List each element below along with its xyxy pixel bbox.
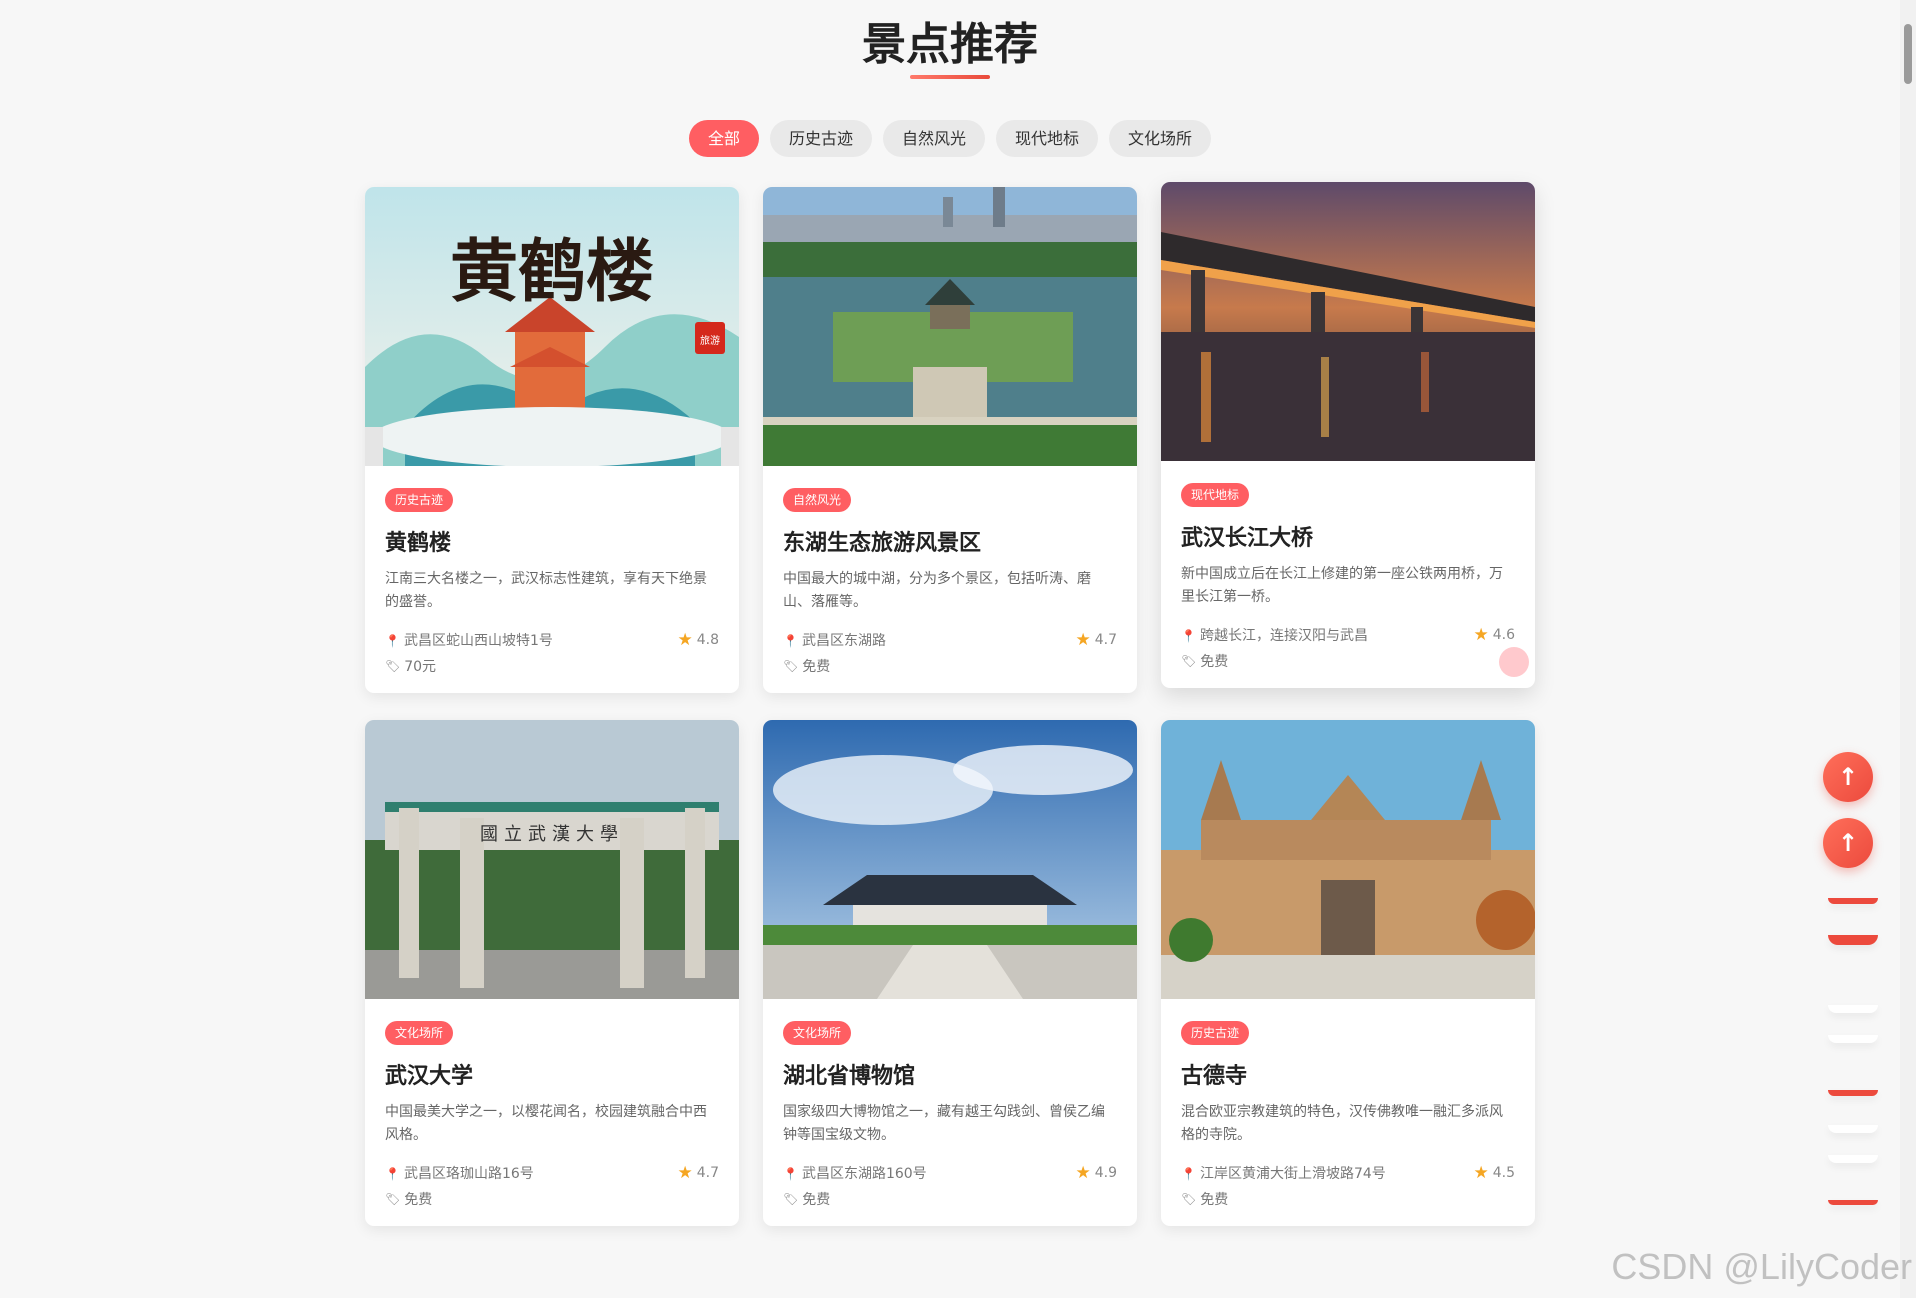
category-tag: 文化场所 xyxy=(385,1021,454,1045)
attraction-image: 黄鹤楼 旅游 xyxy=(365,187,739,466)
star-icon: ★ xyxy=(1075,630,1091,650)
attraction-price: 免费 xyxy=(404,1192,433,1208)
floating-button-ghost xyxy=(1828,1155,1878,1163)
attraction-address: 江岸区黄浦大街上滑坡路74号 xyxy=(1199,1166,1386,1182)
star-icon: ★ xyxy=(1473,625,1489,645)
scrollbar[interactable] xyxy=(1900,0,1916,1298)
attraction-card-huanghelou[interactable]: 黄鹤楼 旅游 历史古迹 黄鹤楼 江南三大名楼之一，武汉标志性建筑，享有天下绝景的… xyxy=(365,187,739,693)
floating-button-ghost xyxy=(1828,898,1878,904)
map-pin-icon: 📍 xyxy=(783,1167,798,1181)
attraction-image xyxy=(763,720,1137,999)
star-icon: ★ xyxy=(1473,1163,1489,1183)
star-icon: ★ xyxy=(1075,1163,1091,1183)
attraction-rating: 4.5 xyxy=(1492,1165,1515,1181)
attraction-card-hubei-museum[interactable]: 文化场所 湖北省博物馆 国家级四大博物馆之一，藏有越王勾践剑、曾侯乙编钟等国宝级… xyxy=(763,720,1137,1226)
price-tag-icon: 🏷 xyxy=(783,1192,799,1206)
back-to-top-button[interactable]: ↑ xyxy=(1823,818,1873,868)
filter-culture-button[interactable]: 文化场所 xyxy=(1109,120,1212,157)
attraction-card-yangtze-bridge[interactable]: 现代地标 武汉长江大桥 新中国成立后在长江上修建的第一座公铁两用桥，万里长江第一… xyxy=(1161,182,1535,688)
attraction-price: 免费 xyxy=(802,1192,831,1208)
star-icon: ★ xyxy=(677,1163,693,1183)
map-pin-icon: 📍 xyxy=(385,1167,400,1181)
attraction-description: 中国最美大学之一，以樱花闻名，校园建筑融合中西风格。 xyxy=(385,1104,707,1143)
filter-all-button[interactable]: 全部 xyxy=(688,120,759,157)
watermark: CSDN @LilyCoder xyxy=(1611,1246,1912,1287)
attraction-rating: 4.7 xyxy=(696,1165,719,1181)
attraction-card-east-lake[interactable]: 自然风光 东湖生态旅游风景区 中国最大的城中湖，分为多个景区，包括听涛、磨山、落… xyxy=(763,187,1137,693)
attraction-description: 国家级四大博物馆之一，藏有越王勾践剑、曾侯乙编钟等国宝级文物。 xyxy=(783,1104,1105,1143)
attraction-name: 武汉大学 xyxy=(385,1064,474,1089)
price-tag-icon: 🏷 xyxy=(1181,1192,1197,1206)
attraction-description: 中国最大的城中湖，分为多个景区，包括听涛、磨山、落雁等。 xyxy=(783,571,1091,610)
attraction-name: 古德寺 xyxy=(1181,1064,1248,1089)
attraction-image xyxy=(1161,182,1535,461)
category-tag: 文化场所 xyxy=(783,1021,852,1045)
category-tag: 历史古迹 xyxy=(385,488,454,512)
attraction-description: 混合欧亚宗教建筑的特色，汉传佛教唯一融汇多派风格的寺院。 xyxy=(1181,1104,1503,1143)
attraction-address: 跨越长江，连接汉阳与武昌 xyxy=(1199,628,1368,644)
category-tag: 历史古迹 xyxy=(1181,1021,1250,1045)
arrow-up-icon: ↑ xyxy=(1837,763,1859,791)
star-icon: ★ xyxy=(677,630,693,650)
attraction-rating: 4.7 xyxy=(1094,632,1117,648)
title-underline xyxy=(910,75,990,79)
floating-button-ghost xyxy=(1828,1035,1878,1043)
attraction-description: 江南三大名楼之一，武汉标志性建筑，享有天下绝景的盛誉。 xyxy=(385,571,707,610)
image-gate-text: 國立武漢大學 xyxy=(480,824,624,845)
image-title-text: 黄鹤楼 xyxy=(450,232,654,312)
hover-indicator-dot xyxy=(1499,647,1529,677)
attraction-description: 新中国成立后在长江上修建的第一座公铁两用桥，万里长江第一桥。 xyxy=(1181,566,1503,605)
attraction-address: 武昌区珞珈山路16号 xyxy=(403,1166,534,1182)
category-tag: 自然风光 xyxy=(783,488,852,512)
attraction-name: 武汉长江大桥 xyxy=(1181,526,1314,551)
attraction-price: 免费 xyxy=(1200,654,1229,670)
floating-button-ghost xyxy=(1828,1090,1878,1096)
image-stamp-text: 旅游 xyxy=(700,334,720,347)
attraction-price: 免费 xyxy=(1200,1192,1229,1208)
attraction-name: 湖北省博物馆 xyxy=(783,1064,916,1089)
attraction-address: 武昌区东湖路 xyxy=(801,633,886,649)
attraction-image xyxy=(763,187,1137,466)
floating-button-ghost xyxy=(1828,935,1878,945)
map-pin-icon: 📍 xyxy=(783,634,798,648)
back-to-top-button[interactable]: ↑ xyxy=(1823,752,1873,802)
scrollbar-thumb[interactable] xyxy=(1904,24,1912,84)
attraction-card-gude-temple[interactable]: 历史古迹 古德寺 混合欧亚宗教建筑的特色，汉传佛教唯一融汇多派风格的寺院。 📍 江… xyxy=(1161,720,1535,1226)
filter-bar: 全部 历史古迹 自然风光 现代地标 文化场所 xyxy=(0,120,1900,157)
attraction-price: 免费 xyxy=(802,659,831,675)
floating-button-ghost xyxy=(1828,1005,1878,1013)
attraction-name: 东湖生态旅游风景区 xyxy=(783,531,982,556)
attraction-rating: 4.6 xyxy=(1492,627,1515,643)
map-pin-icon: 📍 xyxy=(385,634,400,648)
page-title: 景点推荐 xyxy=(862,19,1038,70)
attraction-address: 武昌区东湖路160号 xyxy=(801,1166,927,1182)
price-tag-icon: 🏷 xyxy=(385,1192,401,1206)
category-tag: 现代地标 xyxy=(1181,483,1250,507)
floating-button-ghost xyxy=(1828,1200,1878,1205)
filter-nature-button[interactable]: 自然风光 xyxy=(882,120,985,157)
filter-landmark-button[interactable]: 现代地标 xyxy=(996,120,1099,157)
attraction-image xyxy=(1161,720,1535,999)
attraction-price: 70元 xyxy=(404,659,437,675)
map-pin-icon: 📍 xyxy=(1181,1167,1196,1181)
attraction-rating: 4.9 xyxy=(1094,1165,1117,1181)
attraction-name: 黄鹤楼 xyxy=(385,531,452,556)
attraction-card-wuhan-university[interactable]: 國立武漢大學 文化场所 武汉大学 中国最美大学之一，以樱花闻名，校园建筑融合中西… xyxy=(365,720,739,1226)
attraction-image: 國立武漢大學 xyxy=(365,720,739,999)
filter-history-button[interactable]: 历史古迹 xyxy=(769,120,872,157)
floating-button-ghost xyxy=(1828,1125,1878,1133)
price-tag-icon: 🏷 xyxy=(783,659,799,673)
price-tag-icon: 🏷 xyxy=(1181,654,1197,668)
map-pin-icon: 📍 xyxy=(1181,629,1196,643)
attraction-rating: 4.8 xyxy=(696,632,719,648)
arrow-up-icon: ↑ xyxy=(1837,829,1859,857)
attraction-address: 武昌区蛇山西山坡特1号 xyxy=(403,633,553,649)
price-tag-icon: 🏷 xyxy=(385,659,401,673)
